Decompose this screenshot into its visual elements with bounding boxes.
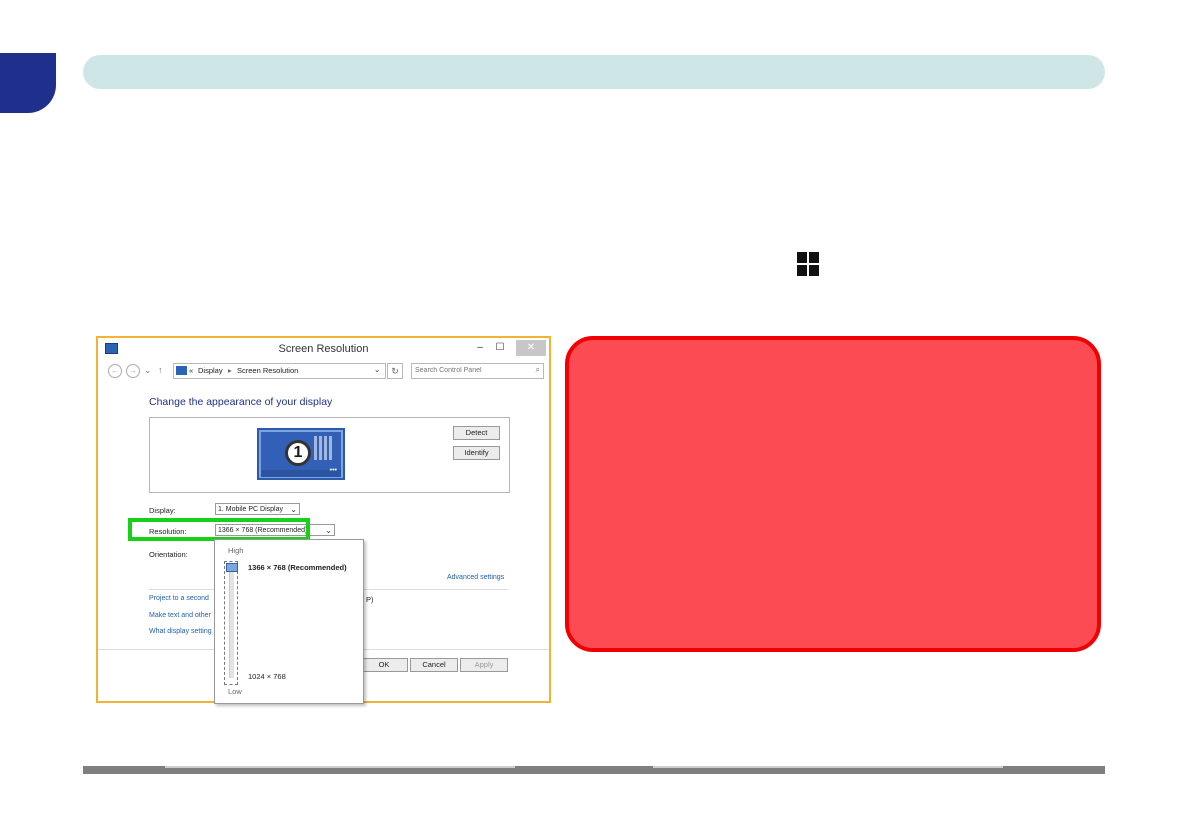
top-resolution-option[interactable]: 1366 × 768 (Recommended) [248,563,347,572]
project-link[interactable]: Project to a second [149,595,209,602]
advanced-settings-link[interactable]: Advanced settings [447,574,504,581]
resolution-slider[interactable] [224,561,238,685]
address-dropdown-icon[interactable]: ⌄ [374,365,380,374]
up-icon[interactable]: ↑ [158,365,163,375]
monitor-number: 1 [285,440,311,466]
breadcrumb-separator: ▸ [228,366,232,375]
apply-button[interactable]: Apply [460,658,508,672]
forward-icon[interactable]: → [126,364,140,378]
detect-button[interactable]: Detect [453,426,500,440]
resolution-dropdown: High 1366 × 768 (Recommended) 1024 × 768… [214,539,364,704]
resolution-highlight [128,518,310,541]
maximize-button[interactable]: ☐ [491,341,509,355]
monitor-dots: ••• [329,467,337,474]
make-text-link[interactable]: Make text and other [149,612,211,619]
recent-locations-icon[interactable]: ⌄ [144,365,152,376]
display-value: 1. Mobile PC Display [218,506,283,513]
monitor-grid-decoration [314,436,334,460]
breadcrumb-display[interactable]: Display [198,366,223,375]
navigation-bar: ← → ⌄ ↑ « Display ▸ Screen Resolution ⌄ … [106,363,544,381]
cancel-button[interactable]: Cancel [410,658,458,672]
titlebar: Screen Resolution – ☐ ✕ [98,338,549,360]
breadcrumb-chevrons: « [189,366,194,375]
slider-track [229,568,234,678]
search-box[interactable]: ⌕ [411,363,544,379]
display-label: Display: [149,506,176,515]
project-link-suffix: P) [366,595,374,604]
address-bar[interactable]: « Display ▸ Screen Resolution ⌄ [173,363,386,379]
low-label: Low [228,687,242,696]
bottom-resolution-option[interactable]: 1024 × 768 [248,672,286,681]
display-select[interactable]: 1. Mobile PC Display ⌄ [215,503,300,515]
footer-highlight [165,766,515,768]
chapter-tab [0,53,56,113]
close-button[interactable]: ✕ [516,340,546,356]
display-settings-link[interactable]: What display setting [149,628,212,635]
breadcrumb-screen-resolution[interactable]: Screen Resolution [237,366,298,375]
identify-button[interactable]: Identify [453,446,500,460]
footer-rule [83,766,1105,774]
orientation-label: Orientation: [149,550,188,559]
slider-thumb[interactable] [226,563,238,572]
search-icon[interactable]: ⌕ [536,365,540,375]
control-panel-icon [176,366,187,375]
header-bar [83,55,1105,89]
back-icon[interactable]: ← [108,364,122,378]
minimize-button[interactable]: – [471,341,489,355]
ok-button[interactable]: OK [360,658,408,672]
high-label: High [228,546,244,555]
monitor-arrangement-panel: 1 ••• Detect Identify [149,417,510,493]
monitor-icon[interactable]: 1 ••• [257,428,345,480]
refresh-icon[interactable]: ↻ [387,363,403,379]
notice-box [565,336,1101,652]
footer-highlight [653,766,1003,768]
chevron-down-icon: ⌄ [290,505,297,514]
page-heading: Change the appearance of your display [149,396,333,408]
windows-logo-key-icon [797,252,819,276]
search-input[interactable] [415,365,525,376]
chevron-down-icon: ⌄ [325,526,332,535]
